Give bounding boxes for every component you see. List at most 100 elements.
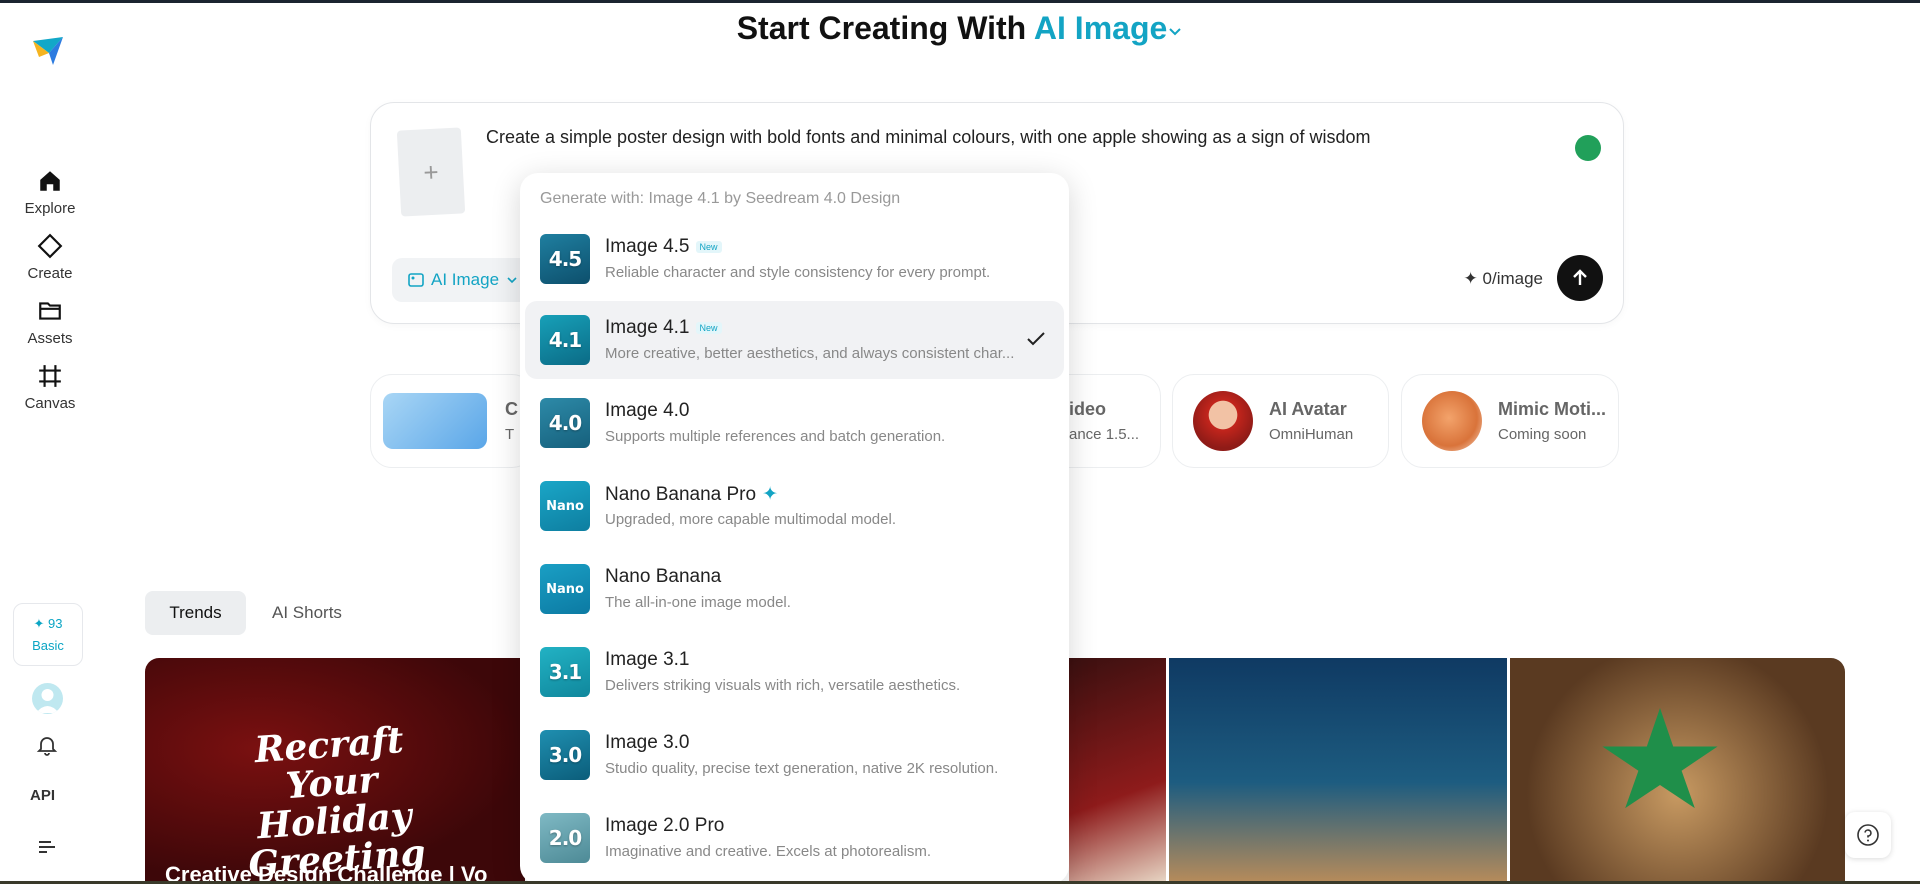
feature-card-ai-avatar[interactable]: AI Avatar OmniHuman [1172, 374, 1389, 468]
assistant-bot-icon[interactable] [1575, 135, 1601, 161]
gallery-card-balloon[interactable] [1510, 658, 1845, 884]
page-title: Start Creating With AI Image [0, 10, 1920, 47]
avatar[interactable] [32, 683, 63, 714]
nano-banana-icon: Nano [540, 564, 590, 614]
feature-thumbnail [1193, 391, 1253, 451]
plan-label: Basic [32, 638, 64, 653]
feature-card-mimic-motion[interactable]: Mimic Moti... Coming soon [1401, 374, 1619, 468]
bell-icon[interactable] [35, 733, 59, 757]
feature-thumbnail [1422, 391, 1482, 451]
prompt-input[interactable]: Create a simple poster design with bold … [486, 127, 1370, 148]
image-icon [408, 273, 424, 287]
option-description: Supports multiple references and batch g… [605, 428, 946, 445]
question-icon [1857, 824, 1879, 846]
help-button[interactable] [1845, 812, 1891, 858]
model-option-image-4-0[interactable]: 4.0 Image 4.0 Supports multiple referenc… [525, 384, 1064, 462]
gallery-card[interactable] [1069, 658, 1166, 884]
feature-title: C [505, 399, 518, 419]
cost-indicator: ✦ 0/image [1464, 269, 1543, 289]
feature-subtitle: Coming soon [1498, 426, 1587, 443]
feature-title: Mimic Moti... [1498, 399, 1606, 419]
diamond-icon [37, 233, 63, 259]
sparkle-icon: ✦ [33, 616, 49, 631]
option-name: Image 3.0 [605, 732, 690, 753]
model-option-image-2-0-pro[interactable]: 2.0 Image 2.0 Pro Imaginative and creati… [525, 799, 1064, 877]
feature-card[interactable]: C T [370, 374, 534, 468]
tab-ai-shorts[interactable]: AI Shorts [258, 591, 356, 635]
mode-selector[interactable]: AI Image [1034, 10, 1183, 46]
option-description: Upgraded, more capable multimodal model. [605, 511, 896, 528]
image-2-0-pro-icon: 2.0 [540, 813, 590, 863]
model-dropdown: Generate with: Image 4.1 by Seedream 4.0… [520, 173, 1069, 884]
option-description: Studio quality, precise text generation,… [605, 760, 999, 777]
model-option-image-3-1[interactable]: 3.1 Image 3.1 Delivers striking visuals … [525, 633, 1064, 711]
user-icon [36, 689, 59, 713]
sidebar-item-assets[interactable]: Assets [14, 298, 86, 347]
tab-trends[interactable]: Trends [145, 591, 246, 635]
image-4-0-icon: 4.0 [540, 398, 590, 448]
folder-icon [39, 302, 61, 320]
nano-banana-pro-icon: Nano [540, 481, 590, 531]
sparkle-icon: ✦ [1463, 269, 1483, 288]
option-name: Image 4.5 [605, 236, 690, 257]
send-button[interactable] [1557, 255, 1603, 301]
sidebar-item-label: Assets [27, 330, 73, 347]
cost-label: 0/image [1482, 269, 1543, 288]
arrow-up-icon [1573, 269, 1587, 285]
model-option-nano-banana-pro[interactable]: Nano Nano Banana Pro ✦ Upgraded, more cap… [525, 467, 1064, 545]
image-4-1-icon: 4.1 [540, 315, 590, 365]
option-description: More creative, better aesthetics, and al… [605, 345, 1015, 362]
feature-subtitle: ance 1.5... [1069, 426, 1140, 443]
home-icon [40, 171, 60, 191]
option-description: The all-in-one image model. [605, 594, 791, 611]
new-badge: New [695, 322, 722, 334]
sidebar-item-label: Canvas [24, 395, 76, 412]
sidebar-item-create[interactable]: Create [14, 233, 86, 282]
credits-badge[interactable]: ✦ 93 Basic [13, 603, 83, 666]
option-name: Image 2.0 Pro [605, 815, 725, 836]
gallery-card-holiday[interactable]: Recraft Your Holiday Greeting Creative D… [145, 658, 525, 884]
option-name: Nano Banana Pro [605, 483, 757, 505]
generation-type-selector[interactable]: AI Image [392, 258, 532, 302]
feature-subtitle: T [505, 426, 515, 443]
top-border [0, 0, 1920, 3]
image-4-5-icon: 4.5 [540, 234, 590, 284]
model-option-image-3-0[interactable]: 3.0 Image 3.0 Studio quality, precise te… [525, 716, 1064, 794]
upload-image-button[interactable]: + [396, 127, 466, 217]
menu-icon[interactable] [37, 838, 57, 856]
option-name: Image 4.0 [605, 400, 690, 421]
model-option-image-4-5[interactable]: 4.5 Image 4.5 New Reliable character and … [525, 220, 1064, 298]
gallery-card-underwater[interactable] [1169, 658, 1507, 884]
feature-title: AI Avatar [1269, 399, 1347, 419]
feature-title: ideo [1069, 399, 1107, 419]
sparkle-icon: ✦ [762, 484, 778, 505]
image-3-1-icon: 3.1 [540, 647, 590, 697]
generation-type-label: AI Image [431, 270, 500, 289]
holiday-banner-text: Recraft Your Holiday Greeting [247, 718, 427, 884]
gallery-tabs: Trends AI Shorts [145, 591, 356, 635]
chevron-down-icon [1169, 27, 1181, 35]
feature-thumbnail [383, 393, 487, 449]
check-icon [1027, 332, 1045, 346]
page-title-prefix: Start Creating With [736, 10, 1027, 46]
credits-count: 93 [48, 616, 63, 631]
sidebar-item-explore[interactable]: Explore [14, 168, 86, 217]
star-balloon-image [1602, 708, 1718, 809]
sidebar-item-canvas[interactable]: Canvas [14, 363, 86, 412]
plus-icon: + [422, 156, 440, 187]
model-option-image-4-1[interactable]: 4.1 Image 4.1 New More creative, better a… [525, 301, 1064, 379]
option-description: Reliable character and style consistency… [605, 264, 991, 281]
api-link[interactable]: API [30, 787, 55, 804]
feature-subtitle: OmniHuman [1269, 426, 1354, 443]
sidebar-item-label: Create [27, 265, 73, 282]
option-name: Nano Banana [605, 566, 722, 587]
option-name: Image 3.1 [605, 649, 690, 670]
mode-label: AI Image [1033, 10, 1168, 46]
option-description: Imaginative and creative. Excels at phot… [605, 843, 931, 860]
chevron-down-icon [507, 277, 517, 284]
option-description: Delivers striking visuals with rich, ver… [605, 677, 961, 694]
new-badge: New [695, 241, 722, 253]
canvas-icon [39, 365, 61, 387]
dropdown-header: Generate with: Image 4.1 by Seedream 4.0… [540, 190, 901, 207]
model-option-nano-banana[interactable]: Nano Nano Banana The all-in-one image mo… [525, 550, 1064, 628]
